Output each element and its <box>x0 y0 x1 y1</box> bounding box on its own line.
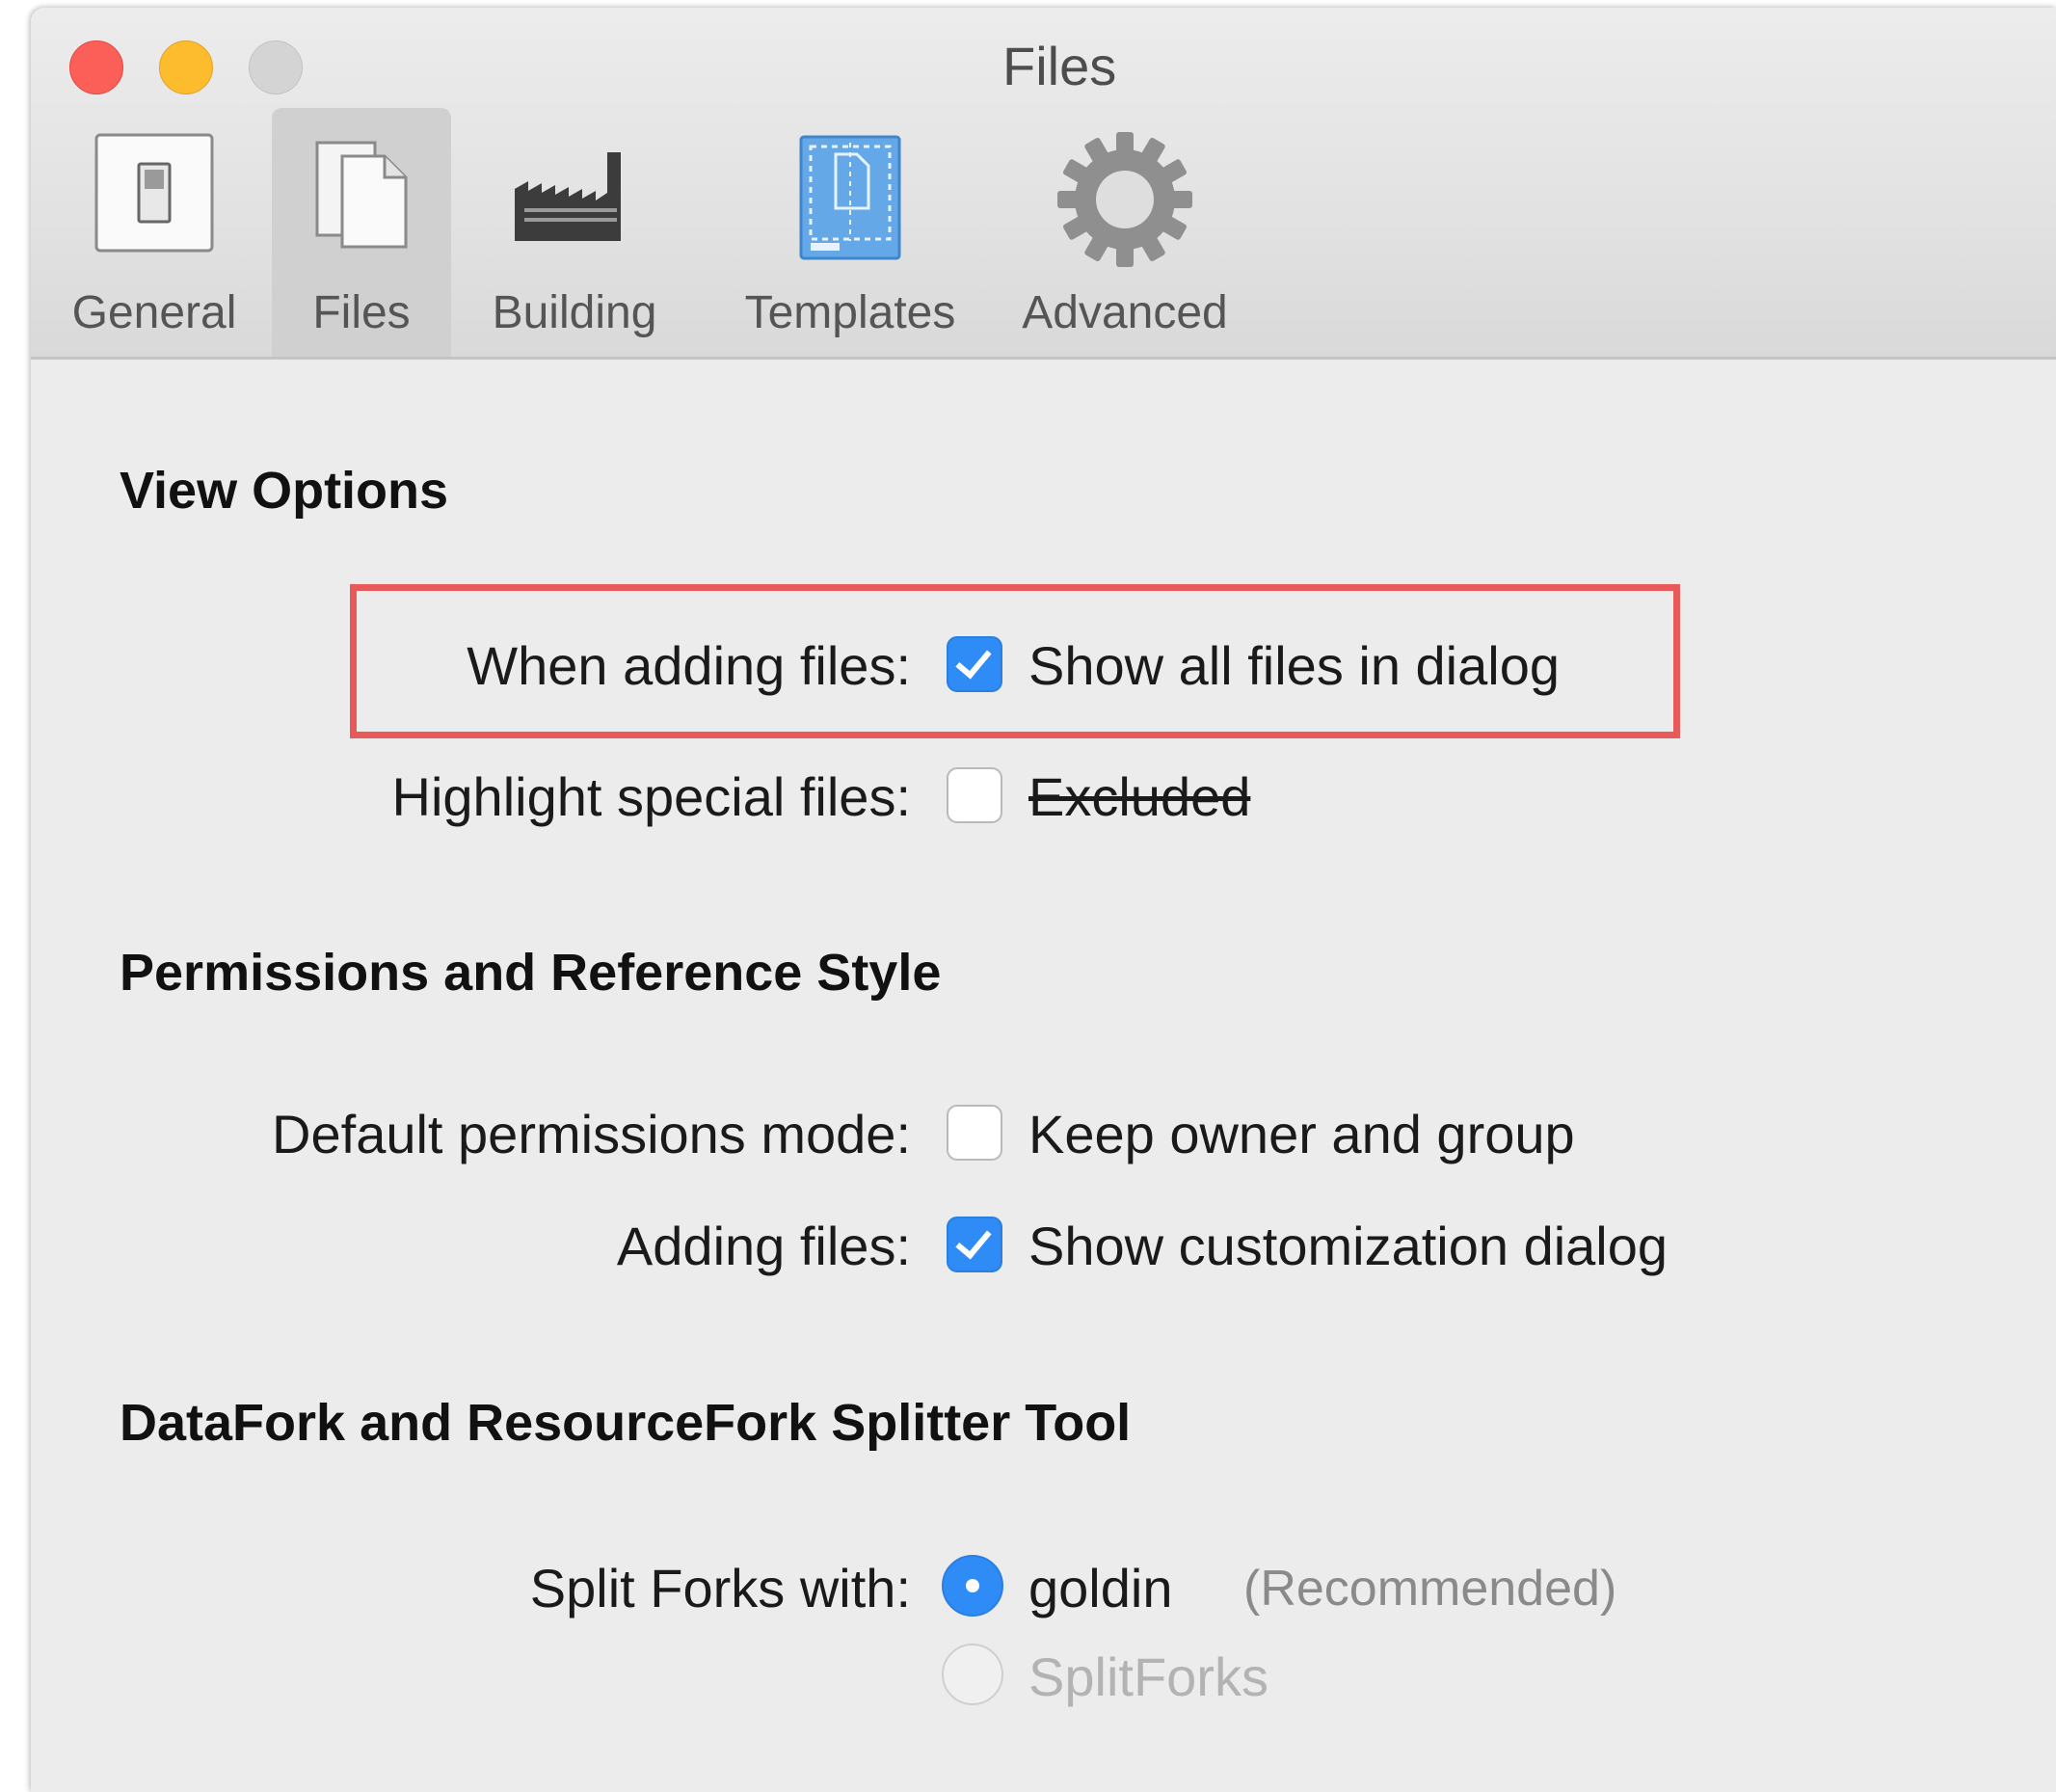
goldin-label[interactable]: goldin <box>1028 1557 1172 1619</box>
show-customization-label[interactable]: Show customization dialog <box>1028 1215 1668 1277</box>
when-adding-files-label: When adding files: <box>467 635 911 696</box>
zoom-button <box>249 40 303 94</box>
window-title: Files <box>1002 36 1117 96</box>
tab-files[interactable]: Files <box>272 108 451 357</box>
recommended-note: (Recommended) <box>1243 1561 1617 1617</box>
keep-owner-group-checkbox[interactable] <box>947 1105 1002 1161</box>
documents-icon <box>304 133 419 257</box>
show-customization-checkbox[interactable] <box>947 1217 1002 1272</box>
adding-files-label: Adding files: <box>616 1216 911 1276</box>
tab-general-label: General <box>71 287 237 338</box>
keep-owner-group-label[interactable]: Keep owner and group <box>1028 1103 1575 1165</box>
tab-building-label: Building <box>492 287 657 338</box>
preferences-window: Files General Files Building Templates A… <box>31 8 2056 1792</box>
excluded-label[interactable]: Excluded <box>1028 765 1250 828</box>
split-forks-label: Split Forks with: <box>529 1558 911 1618</box>
tab-files-label: Files <box>312 287 411 338</box>
highlight-special-files-label: Highlight special files: <box>391 766 911 827</box>
tab-templates[interactable]: Templates <box>706 108 995 357</box>
tab-templates-label: Templates <box>744 287 956 338</box>
default-permissions-mode-label: Default permissions mode: <box>272 1104 911 1164</box>
template-icon <box>797 133 903 267</box>
splitforks-label[interactable]: SplitForks <box>1028 1645 1268 1708</box>
tab-general[interactable]: General <box>64 108 245 357</box>
factory-icon <box>509 133 640 257</box>
show-all-files-label[interactable]: Show all files in dialog <box>1028 634 1560 697</box>
splitforks-radio[interactable] <box>942 1644 1003 1705</box>
section-title-permissions: Permissions and Reference Style <box>120 944 942 1002</box>
show-all-files-checkbox[interactable] <box>947 636 1002 692</box>
goldin-radio[interactable] <box>942 1555 1003 1617</box>
tab-advanced-label: Advanced <box>1022 287 1228 338</box>
excluded-checkbox[interactable] <box>947 767 1002 823</box>
tab-building[interactable]: Building <box>468 108 681 357</box>
gear-icon <box>1053 127 1197 277</box>
minimize-button[interactable] <box>159 40 213 94</box>
tab-advanced[interactable]: Advanced <box>995 108 1255 357</box>
section-title-view-options: View Options <box>120 462 449 520</box>
section-title-splitter: DataFork and ResourceFork Splitter Tool <box>120 1394 1132 1452</box>
title-bar: Files General Files Building Templates A… <box>31 8 2056 360</box>
close-button[interactable] <box>69 40 123 94</box>
switch-icon <box>94 133 214 257</box>
